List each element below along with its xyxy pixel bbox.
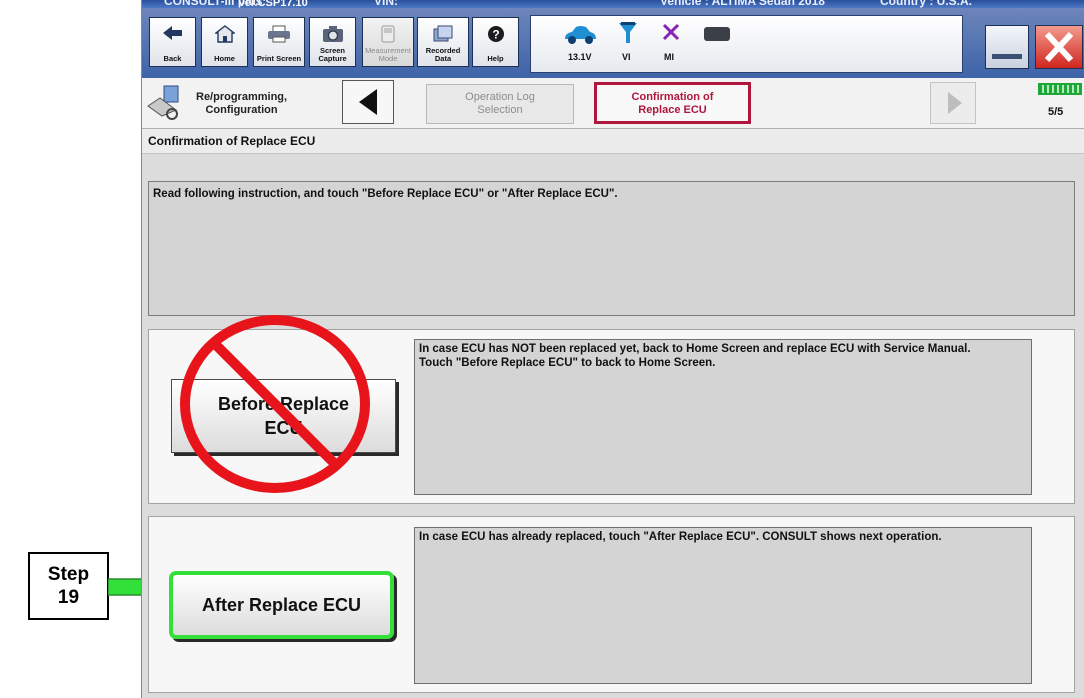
after-replace-text: In case ECU has already replaced, touch … xyxy=(414,527,1032,684)
right-triangle-icon xyxy=(948,92,962,114)
mi-disconnected-icon xyxy=(662,23,680,41)
nav-back-button[interactable] xyxy=(342,80,394,124)
page-title: Confirmation of Replace ECU xyxy=(142,129,1084,154)
country-label: Country : U.S.A. xyxy=(880,0,972,8)
prohibited-icon xyxy=(180,315,370,493)
measurement-icon xyxy=(381,25,395,43)
vi-connection-icon xyxy=(619,22,637,43)
step-callout: Step 19 xyxy=(28,552,109,620)
left-triangle-icon xyxy=(359,89,377,115)
toolbar: Back Home Print Screen Screen Capture Me… xyxy=(142,8,1084,78)
home-label: Home xyxy=(214,54,235,63)
after-replace-ecu-button[interactable]: After Replace ECU xyxy=(169,571,394,639)
close-button[interactable] xyxy=(1035,25,1083,69)
close-icon xyxy=(1044,31,1074,63)
reprogramming-icon xyxy=(147,85,179,120)
recorded-data-label: Recorded Data xyxy=(425,46,461,63)
print-screen-label: Print Screen xyxy=(256,54,302,63)
nav-next-button[interactable] xyxy=(930,82,976,124)
svg-text:?: ? xyxy=(492,28,499,42)
recorded-data-button[interactable]: Recorded Data xyxy=(417,17,469,67)
app-version: Ver.CSP17.10 xyxy=(238,0,308,8)
help-label: Help xyxy=(487,54,504,63)
vehicle-label: Vehicle : ALTIMA Sedan 2018 xyxy=(660,0,825,8)
battery-icon xyxy=(704,27,730,41)
measurement-mode-label: Measurement Mode xyxy=(365,46,411,63)
step-operation-log: Operation Log Selection xyxy=(426,84,574,124)
progress-bar-icon xyxy=(1038,83,1082,95)
help-icon: ? xyxy=(487,26,504,42)
minimize-button[interactable] xyxy=(985,25,1029,69)
nav-section-label: Re/programming, Configuration xyxy=(196,91,288,116)
back-button[interactable]: Back xyxy=(149,17,196,67)
after-replace-panel: After Replace ECU In case ECU has alread… xyxy=(148,516,1075,693)
instruction-box: Read following instruction, and touch "B… xyxy=(148,181,1075,316)
screen-capture-label: Screen Capture xyxy=(318,46,347,63)
camera-icon xyxy=(322,26,343,42)
mi-label: MI xyxy=(664,52,674,62)
measurement-mode-button[interactable]: Measurement Mode xyxy=(362,17,414,67)
recorded-data-icon xyxy=(433,25,453,42)
before-replace-text: In case ECU has NOT been replaced yet, b… xyxy=(414,339,1032,495)
title-bar: CONSULT-III plus Ver.CSP17.10 VIN: Vehic… xyxy=(142,0,1084,8)
home-icon xyxy=(214,25,235,43)
status-panel: 13.1V VI MI xyxy=(530,15,963,73)
help-button[interactable]: ? Help xyxy=(472,17,519,67)
vi-label: VI xyxy=(622,52,631,62)
progress-step-count: 5/5 xyxy=(1048,106,1064,118)
step-operation-log-label: Operation Log Selection xyxy=(465,91,535,116)
navigation-bar: Re/programming, Configuration Operation … xyxy=(142,78,1084,129)
voltage-value: 13.1V xyxy=(568,52,592,62)
back-arrow-icon xyxy=(162,26,182,40)
printer-icon xyxy=(268,25,290,43)
back-label: Back xyxy=(163,54,182,63)
step-confirmation-label: Confirmation of Replace ECU xyxy=(631,91,714,116)
vehicle-icon xyxy=(565,26,596,44)
vin-label: VIN: xyxy=(374,0,398,8)
step-confirmation-replace-ecu: Confirmation of Replace ECU xyxy=(594,82,751,124)
print-screen-button[interactable]: Print Screen xyxy=(253,17,305,67)
screen-capture-button[interactable]: Screen Capture xyxy=(309,17,356,67)
home-button[interactable]: Home xyxy=(201,17,248,67)
minimize-icon xyxy=(992,54,1022,59)
